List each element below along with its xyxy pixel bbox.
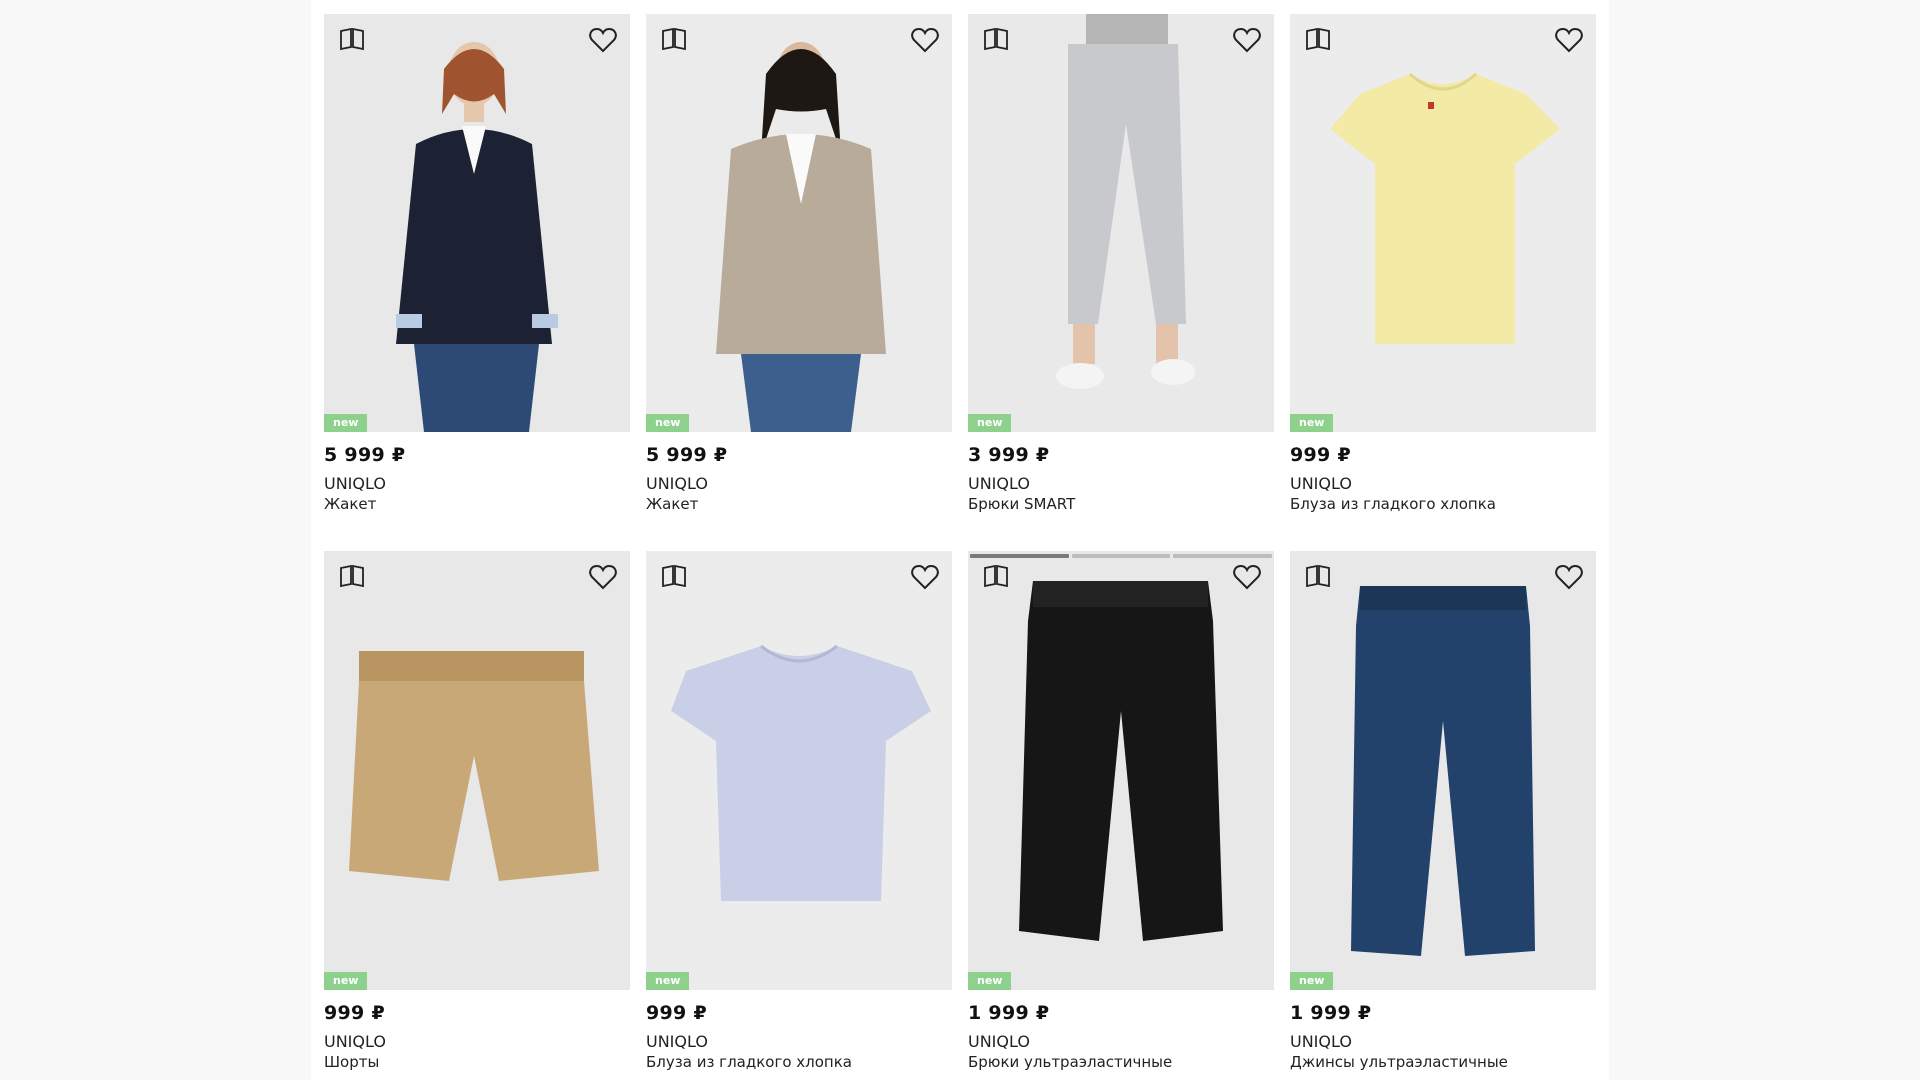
product-brand[interactable]: UNIQLO <box>1290 474 1596 494</box>
product-info: 5 999 ₽ UNIQLO Жакет <box>646 442 952 514</box>
heart-icon[interactable] <box>1232 26 1262 54</box>
heart-icon[interactable] <box>1554 26 1584 54</box>
compare-icon[interactable] <box>660 26 688 52</box>
product-name[interactable]: Брюки ультраэластичные <box>968 1052 1274 1072</box>
product-name[interactable]: Джинсы ультраэластичные <box>1290 1052 1596 1072</box>
card-top-actions <box>324 14 630 62</box>
compare-icon[interactable] <box>982 563 1010 589</box>
product-name[interactable]: Шорты <box>324 1052 630 1072</box>
card-top-actions <box>1290 14 1596 62</box>
card-top-actions <box>324 551 630 599</box>
product-photo-jacket-navy <box>324 14 630 432</box>
compare-icon[interactable] <box>1304 563 1332 589</box>
heart-icon[interactable] <box>1232 563 1262 591</box>
card-top-actions <box>646 551 952 599</box>
product-price: 999 ₽ <box>1290 444 1351 466</box>
heart-icon[interactable] <box>588 563 618 591</box>
product-name[interactable]: Жакет <box>324 494 630 514</box>
product-brand[interactable]: UNIQLO <box>1290 1032 1596 1052</box>
product-price: 1 999 ₽ <box>968 1002 1050 1024</box>
product-info: 1 999 ₽ UNIQLO Джинсы ультраэластичные <box>1290 1000 1596 1072</box>
product-price: 5 999 ₽ <box>324 444 406 466</box>
heart-icon[interactable] <box>910 26 940 54</box>
product-image[interactable]: new <box>324 14 630 432</box>
compare-icon[interactable] <box>660 563 688 589</box>
product-price: 5 999 ₽ <box>646 444 728 466</box>
new-badge: new <box>646 972 690 990</box>
card-top-actions <box>968 14 1274 62</box>
product-info: 999 ₽ UNIQLO Блуза из гладкого хлопка <box>1290 442 1596 514</box>
product-info: 999 ₽ UNIQLO Блуза из гладкого хлопка <box>646 1000 952 1072</box>
card-top-actions <box>968 551 1274 599</box>
product-brand[interactable]: UNIQLO <box>646 474 952 494</box>
product-image[interactable]: new <box>968 14 1274 432</box>
product-brand[interactable]: UNIQLO <box>324 474 630 494</box>
product-grid: new 5 999 ₽ UNIQLO Жакет new 5 999 ₽ UNI… <box>324 0 1604 1080</box>
product-brand[interactable]: UNIQLO <box>646 1032 952 1052</box>
product-info: 5 999 ₽ UNIQLO Жакет <box>324 442 630 514</box>
product-price: 3 999 ₽ <box>968 444 1050 466</box>
product-image[interactable]: new <box>324 551 630 990</box>
catalog-page: new 5 999 ₽ UNIQLO Жакет new 5 999 ₽ UNI… <box>311 0 1609 1080</box>
product-photo-jeans-blue <box>1290 551 1596 990</box>
heart-icon[interactable] <box>1554 563 1584 591</box>
product-name[interactable]: Блуза из гладкого хлопка <box>646 1052 952 1072</box>
compare-icon[interactable] <box>338 563 366 589</box>
product-brand[interactable]: UNIQLO <box>968 1032 1274 1052</box>
compare-icon[interactable] <box>338 26 366 52</box>
product-price: 999 ₽ <box>324 1002 385 1024</box>
new-badge: new <box>646 414 690 432</box>
product-image[interactable]: new <box>646 551 952 990</box>
card-top-actions <box>646 14 952 62</box>
card-top-actions <box>1290 551 1596 599</box>
product-price: 999 ₽ <box>646 1002 707 1024</box>
product-image[interactable]: new <box>968 551 1274 990</box>
product-name[interactable]: Жакет <box>646 494 952 514</box>
product-image[interactable]: new <box>1290 551 1596 990</box>
product-photo-blouse-yellow <box>1290 14 1596 432</box>
product-brand[interactable]: UNIQLO <box>324 1032 630 1052</box>
product-photo-jacket-beige <box>646 14 952 432</box>
product-brand[interactable]: UNIQLO <box>968 474 1274 494</box>
product-price: 1 999 ₽ <box>1290 1002 1372 1024</box>
product-info: 3 999 ₽ UNIQLO Брюки SMART <box>968 442 1274 514</box>
product-photo-trousers-grey <box>968 14 1274 432</box>
heart-icon[interactable] <box>588 26 618 54</box>
product-image[interactable]: new <box>646 14 952 432</box>
product-name[interactable]: Брюки SMART <box>968 494 1274 514</box>
product-name[interactable]: Блуза из гладкого хлопка <box>1290 494 1596 514</box>
product-image[interactable]: new <box>1290 14 1596 432</box>
new-badge: new <box>1290 414 1334 432</box>
product-info: 1 999 ₽ UNIQLO Брюки ультраэластичные <box>968 1000 1274 1072</box>
compare-icon[interactable] <box>1304 26 1332 52</box>
new-badge: new <box>324 972 368 990</box>
new-badge: new <box>968 972 1012 990</box>
product-photo-shorts-beige <box>324 551 630 990</box>
product-info: 999 ₽ UNIQLO Шорты <box>324 1000 630 1072</box>
heart-icon[interactable] <box>910 563 940 591</box>
compare-icon[interactable] <box>982 26 1010 52</box>
new-badge: new <box>324 414 368 432</box>
new-badge: new <box>1290 972 1334 990</box>
product-photo-trousers-black <box>968 551 1274 990</box>
product-photo-blouse-lavender <box>646 551 952 990</box>
new-badge: new <box>968 414 1012 432</box>
